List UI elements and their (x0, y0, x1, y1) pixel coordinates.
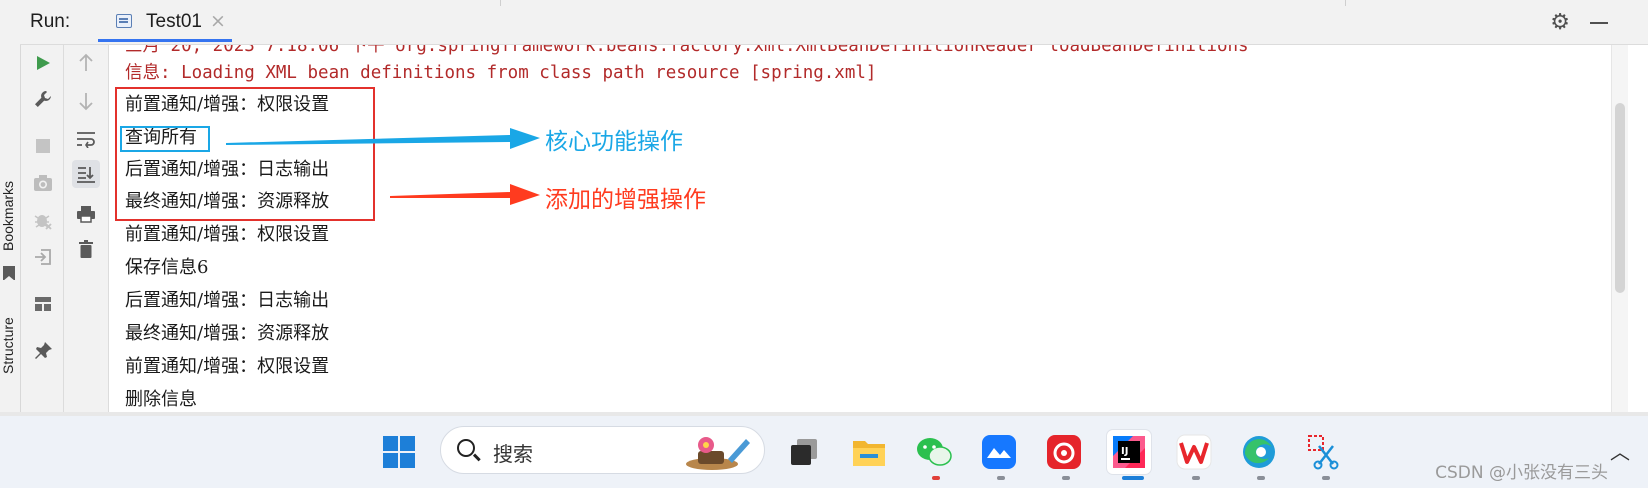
running-indicator (1322, 476, 1330, 480)
task-view-icon[interactable] (782, 430, 826, 474)
running-indicator (1062, 476, 1070, 480)
taskbar-search[interactable]: 搜索 (440, 426, 765, 474)
edge-icon[interactable] (1237, 430, 1281, 474)
snipping-tool-icon[interactable] (1302, 430, 1346, 474)
added-advice-label: 添加的增强操作 (545, 187, 706, 213)
windows-start-icon[interactable] (377, 430, 421, 474)
chevron-up-icon[interactable]: ︿ (1610, 436, 1630, 465)
file-explorer-icon[interactable] (847, 430, 891, 474)
windows-taskbar: 搜索 IJ ︿ CSDN @小张没有三头 (0, 416, 1648, 488)
intellij-idea-icon[interactable]: IJ (1107, 430, 1151, 474)
search-highlight-icon (686, 437, 750, 470)
wps-icon[interactable] (1172, 430, 1216, 474)
watermark: CSDN @小张没有三头 (1435, 463, 1608, 483)
search-icon (457, 439, 475, 457)
running-indicator (1257, 476, 1265, 480)
search-placeholder: 搜索 (493, 442, 533, 466)
added-arrow (390, 184, 540, 205)
active-indicator (1122, 476, 1144, 480)
core-arrow (226, 128, 540, 149)
annotation-arrows (226, 128, 540, 205)
feishu-icon[interactable] (977, 430, 1021, 474)
wechat-icon[interactable] (912, 430, 956, 474)
netease-music-icon[interactable] (1042, 430, 1086, 474)
wechat-notification-indicator (932, 476, 940, 480)
running-indicator (997, 476, 1005, 480)
running-indicator (1192, 476, 1200, 480)
core-operation-label: 核心功能操作 (545, 129, 683, 155)
svg-text:IJ: IJ (1121, 446, 1128, 457)
